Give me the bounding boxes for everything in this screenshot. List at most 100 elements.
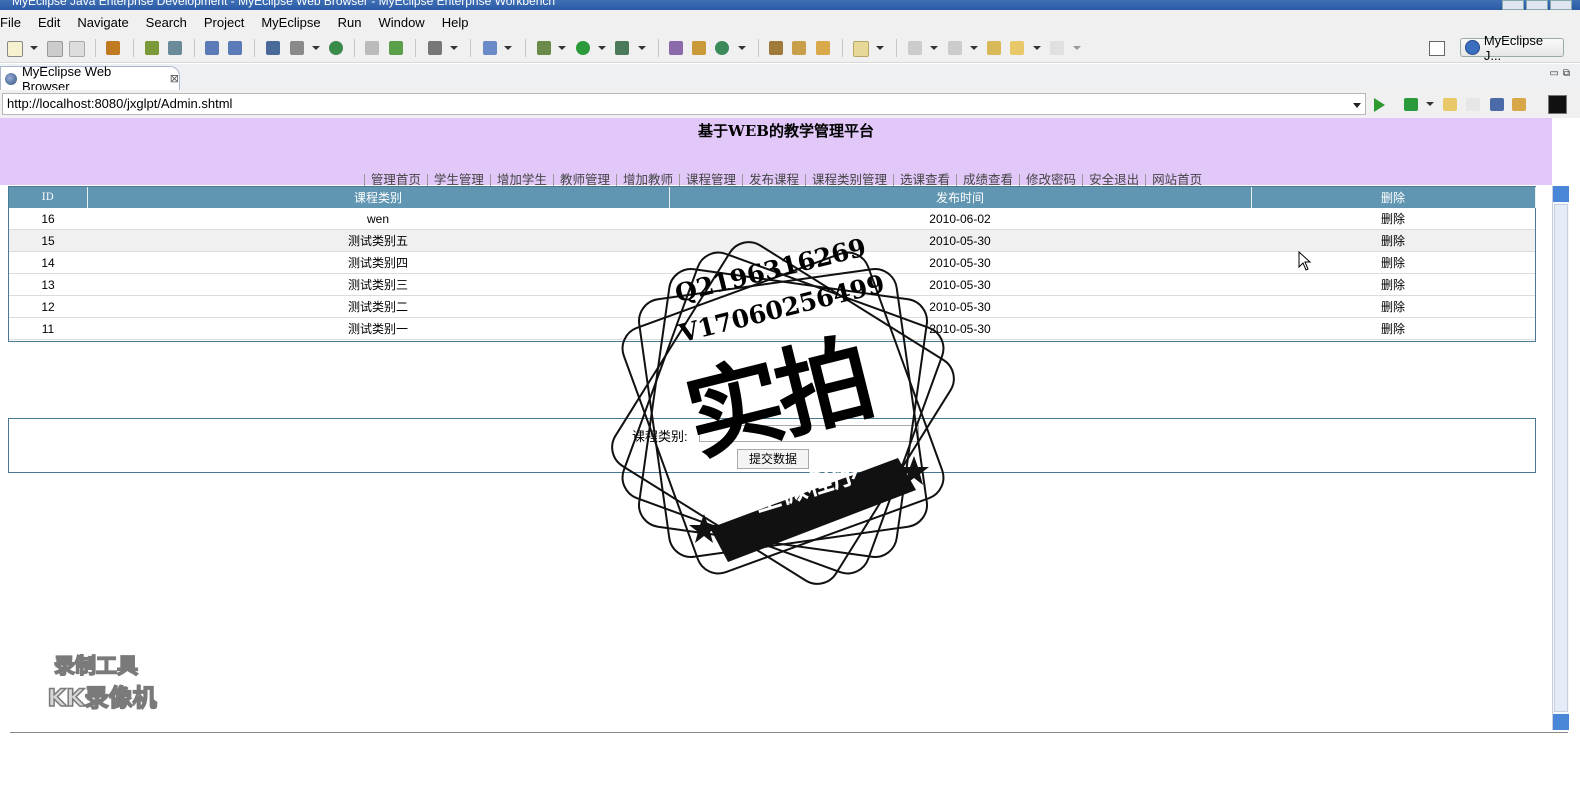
forward-dropdown-arrow-icon[interactable] xyxy=(1073,46,1081,50)
external-dropdown-arrow-icon[interactable] xyxy=(638,46,646,50)
run-external-icon[interactable] xyxy=(615,41,629,55)
prev-annotation-dropdown-icon[interactable] xyxy=(970,46,978,50)
scroll-thumb[interactable] xyxy=(1554,204,1568,712)
new-dropdown-arrow-icon[interactable] xyxy=(30,46,38,50)
delete-link[interactable]: 删除 xyxy=(1251,317,1535,340)
maximize-button[interactable] xyxy=(1526,0,1548,10)
open-perspective-icon[interactable] xyxy=(1429,41,1445,56)
browser-back-icon[interactable] xyxy=(1443,98,1457,111)
favorites-icon[interactable] xyxy=(1404,98,1418,111)
menu-search[interactable]: Search xyxy=(138,15,196,30)
table-header-row: ID 课程类别 发布时间 删除 xyxy=(9,187,1536,208)
menu-file[interactable]: File xyxy=(0,15,30,30)
run-dropdown-arrow-icon[interactable] xyxy=(598,46,606,50)
delete-link[interactable]: 删除 xyxy=(1251,229,1535,252)
camera-dropdown-arrow-icon[interactable] xyxy=(450,46,458,50)
new-class-c-icon[interactable] xyxy=(715,41,729,55)
browser-refresh-icon[interactable] xyxy=(1512,98,1526,111)
menu-navigate[interactable]: Navigate xyxy=(69,15,137,30)
browser-stop-icon[interactable] xyxy=(1490,98,1504,111)
edit-tool-icon[interactable] xyxy=(205,41,219,55)
menu-project[interactable]: Project xyxy=(196,15,253,30)
search-tool-icon[interactable] xyxy=(228,41,242,55)
globe-icon[interactable] xyxy=(329,41,343,55)
page-header: 基于WEB的教学管理平台 管理首页 学生管理 增加学生 教师管理 增加教师 课程管理 发布课… xyxy=(0,118,1552,187)
save-icon[interactable] xyxy=(47,41,63,57)
toolbar-separator xyxy=(254,39,255,57)
toolbar-separator xyxy=(758,39,759,57)
scroll-down-icon[interactable] xyxy=(1553,714,1569,730)
new-file-icon[interactable] xyxy=(7,41,23,57)
close-button[interactable] xyxy=(1550,0,1572,10)
menu-run[interactable]: Run xyxy=(330,15,371,30)
menu-window[interactable]: Window xyxy=(370,15,433,30)
search-dropdown-arrow-icon[interactable] xyxy=(876,46,884,50)
browser-toolbar: http://localhost:8080/jxglpt/Admin.shtml xyxy=(0,90,1580,118)
toolbar-separator xyxy=(470,39,471,57)
new-project-icon[interactable] xyxy=(669,41,683,55)
cell-id: 11 xyxy=(9,317,87,340)
next-annotation-icon[interactable] xyxy=(908,41,922,55)
open-resource-icon[interactable] xyxy=(816,41,830,55)
open-folder-icon[interactable] xyxy=(365,41,379,55)
minimize-button[interactable] xyxy=(1502,0,1524,10)
menu-edit[interactable]: Edit xyxy=(30,15,69,30)
perspective-button[interactable]: MyEclipse J... xyxy=(1460,33,1564,63)
back-dropdown-arrow-icon[interactable] xyxy=(1033,46,1041,50)
menu-help[interactable]: Help xyxy=(434,15,478,30)
debug-config-icon[interactable] xyxy=(145,41,159,55)
new-class-icon[interactable] xyxy=(483,41,497,55)
column-header-delete: 删除 xyxy=(1251,187,1536,208)
go-icon[interactable] xyxy=(1374,98,1385,112)
class-dropdown-arrow-icon[interactable] xyxy=(738,46,746,50)
close-tab-icon[interactable]: ⊠ xyxy=(170,72,179,85)
save-all-icon[interactable] xyxy=(69,41,85,57)
new-class-dropdown-arrow-icon[interactable] xyxy=(504,46,512,50)
prev-annotation-icon[interactable] xyxy=(948,41,962,55)
url-history-dropdown-icon[interactable] xyxy=(1353,103,1361,108)
url-input[interactable]: http://localhost:8080/jxglpt/Admin.shtml xyxy=(2,93,1366,115)
console-icon[interactable] xyxy=(1548,95,1567,114)
search-files-icon[interactable] xyxy=(853,41,869,57)
delete-link[interactable]: 删除 xyxy=(1251,208,1535,230)
toolbar-separator xyxy=(525,39,526,57)
back-arrow-icon[interactable] xyxy=(1010,41,1024,55)
rocket-icon[interactable] xyxy=(792,41,806,55)
column-header-category: 课程类别 xyxy=(87,187,670,208)
toolbar-separator xyxy=(658,39,659,57)
server-manage-icon[interactable] xyxy=(290,41,304,55)
open-type-icon[interactable] xyxy=(769,41,783,55)
delete-link[interactable]: 删除 xyxy=(1251,295,1535,318)
deploy-icon[interactable] xyxy=(266,41,280,55)
forward-arrow-icon[interactable] xyxy=(1050,41,1064,55)
refresh-icon[interactable] xyxy=(389,41,403,55)
delete-link[interactable]: 删除 xyxy=(1251,273,1535,296)
cell-date: 2010-06-02 xyxy=(669,208,1251,230)
cell-category: 测试类别一 xyxy=(87,317,669,340)
browser-forward-icon[interactable] xyxy=(1466,98,1480,111)
page-title: 基于WEB的教学管理平台 xyxy=(698,122,874,140)
column-header-id: ID xyxy=(9,187,88,208)
page-vertical-scrollbar[interactable] xyxy=(1552,186,1569,730)
cell-id: 16 xyxy=(9,208,87,230)
debug-dropdown-arrow-icon[interactable] xyxy=(558,46,566,50)
menu-myeclipse[interactable]: MyEclipse xyxy=(253,15,329,30)
recorder-watermark-line2: KK录像机 xyxy=(47,683,158,713)
camera-icon[interactable] xyxy=(428,41,442,55)
server-dropdown-arrow-icon[interactable] xyxy=(312,46,320,50)
server-icon[interactable] xyxy=(168,41,182,55)
window-title: MyEclipse Java Enterprise Development - … xyxy=(12,0,556,8)
favorites-dropdown-icon[interactable] xyxy=(1426,102,1434,106)
package-icon[interactable] xyxy=(106,41,120,55)
new-package-icon[interactable] xyxy=(692,41,706,55)
window-title-bar: MyEclipse Java Enterprise Development - … xyxy=(0,0,1580,10)
scroll-up-icon[interactable] xyxy=(1553,186,1569,202)
last-edit-icon[interactable] xyxy=(987,41,1001,55)
run-icon[interactable] xyxy=(576,41,590,55)
next-annotation-dropdown-icon[interactable] xyxy=(930,46,938,50)
view-min-max-controls[interactable]: ▭⧉ xyxy=(1549,68,1574,79)
cell-category: 测试类别三 xyxy=(87,273,669,296)
tab-web-browser[interactable]: MyEclipse Web Browser ⊠ xyxy=(0,64,180,94)
debug-icon[interactable] xyxy=(537,41,551,55)
delete-link[interactable]: 删除 xyxy=(1251,251,1535,274)
